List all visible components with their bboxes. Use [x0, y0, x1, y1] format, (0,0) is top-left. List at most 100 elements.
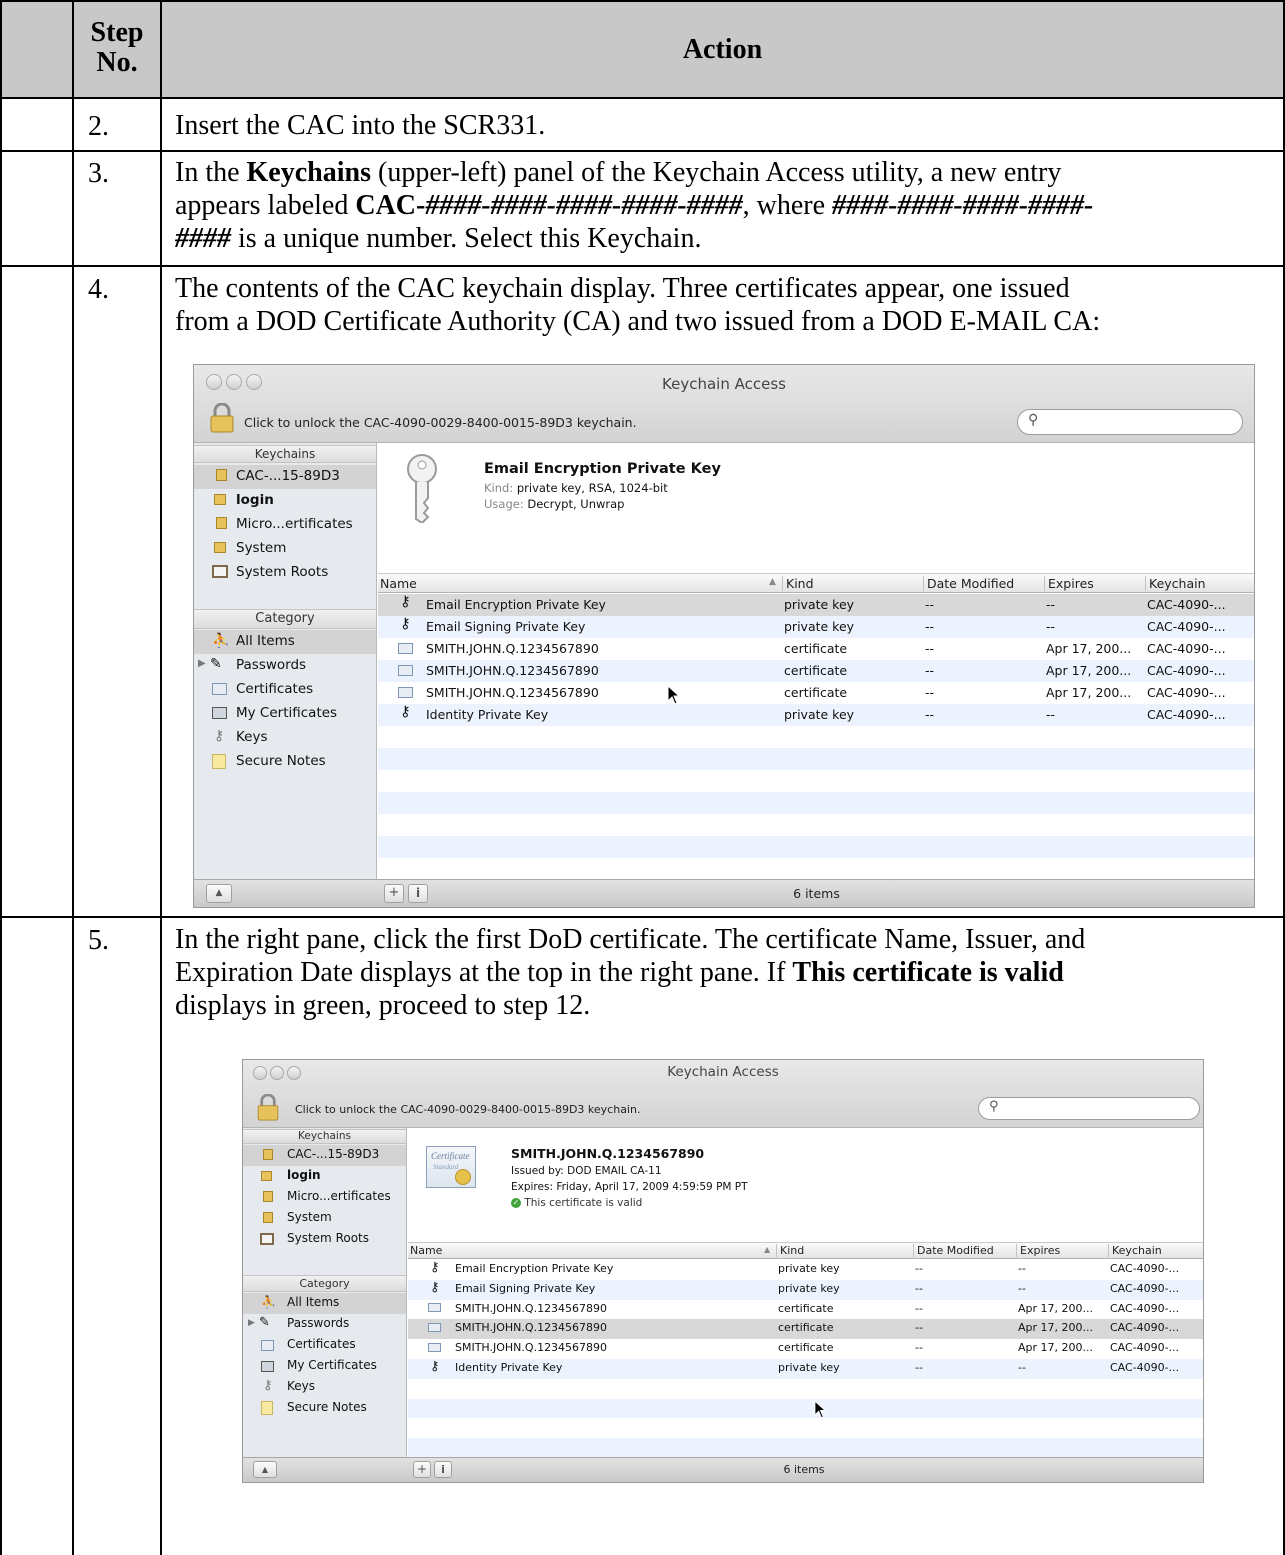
- sidebar: Keychains CAC-...15-89D3 login Micro...e…: [194, 443, 377, 881]
- category-all-items[interactable]: ⛹ All Items: [243, 1293, 406, 1314]
- my-certificate-icon: [261, 1361, 274, 1372]
- sort-ascending-icon: ▲: [769, 577, 776, 587]
- category-certificates[interactable]: Certificates: [243, 1335, 406, 1356]
- category-my-certificates[interactable]: My Certificates: [194, 702, 376, 726]
- table-row[interactable]: SMITH.JOHN.Q.1234567890 certificate -- Apr …: [378, 682, 1254, 704]
- cell-expires: --: [1046, 707, 1056, 722]
- keychain-item-system-roots[interactable]: System Roots: [194, 561, 376, 585]
- cell-date-modified: --: [915, 1361, 923, 1374]
- lock-icon[interactable]: [210, 402, 234, 437]
- item-count: 6 items: [783, 1463, 825, 1476]
- table-row[interactable]: SMITH.JOHN.Q.1234567890 certificate -- Apr …: [378, 660, 1254, 682]
- column-name[interactable]: Name: [380, 576, 417, 591]
- keychain-access-window: Keychain Access Click to unlock the CAC-…: [242, 1059, 1204, 1483]
- detail-name: SMITH.JOHN.Q.1234567890: [511, 1146, 705, 1161]
- cell-keychain: CAC-4090-...: [1147, 619, 1226, 634]
- cell-date-modified: --: [915, 1341, 923, 1355]
- keychain-item-cac[interactable]: CAC-...15-89D3: [194, 465, 376, 489]
- cell-keychain: CAC-4090-...: [1147, 663, 1226, 678]
- category-keys[interactable]: ⚷ Keys: [243, 1377, 406, 1398]
- category-passwords[interactable]: ▶ ✎ Passwords: [194, 654, 376, 678]
- header-step-no: Step No.: [90, 17, 144, 78]
- keychain-item-micro[interactable]: Micro...ertificates: [194, 513, 376, 537]
- table-row[interactable]: SMITH.JOHN.Q.1234567890 certificate -- Apr …: [378, 638, 1254, 660]
- table-empty-row: [408, 1418, 1203, 1438]
- disclosure-triangle-icon[interactable]: ▶: [248, 1318, 255, 1328]
- category-secure-notes[interactable]: Secure Notes: [194, 750, 376, 774]
- cell-expires: Apr 17, 200...: [1018, 1301, 1094, 1315]
- category-all-items[interactable]: ⛹ All Items: [194, 630, 376, 654]
- category-my-certificates[interactable]: My Certificates: [243, 1356, 406, 1377]
- certificate-icon: [261, 1340, 274, 1351]
- column-keychain[interactable]: Keychain: [1108, 1244, 1162, 1257]
- keychain-item-system[interactable]: System: [194, 537, 376, 561]
- cell-expires: --: [1046, 619, 1056, 634]
- sort-ascending-icon: ▲: [764, 1245, 771, 1254]
- table-row[interactable]: SMITH.JOHN.Q.1234567890 certificate -- Apr …: [408, 1300, 1203, 1320]
- keychain-item-login[interactable]: login: [194, 489, 376, 513]
- table-row[interactable]: ⚷ Identity Private Key private key -- -- CAC-…: [378, 704, 1254, 726]
- column-expires[interactable]: Expires: [1044, 576, 1094, 591]
- disclosure-triangle-icon[interactable]: ▶: [198, 658, 206, 669]
- certificate-icon: [398, 643, 413, 654]
- column-name[interactable]: Name: [410, 1244, 442, 1257]
- cell-date-modified: --: [925, 597, 935, 612]
- key-icon: ⚷: [400, 616, 411, 632]
- column-keychain[interactable]: Keychain: [1145, 576, 1206, 591]
- key-icon: ⚷: [263, 1378, 273, 1393]
- category-passwords[interactable]: ▶ ✎ Passwords: [243, 1314, 406, 1335]
- table-row[interactable]: ⚷ Identity Private Key private key -- -- CAC-…: [408, 1359, 1203, 1379]
- cell-kind: certificate: [784, 663, 848, 678]
- cell-keychain: CAC-4090-...: [1147, 685, 1226, 700]
- cell-date-modified: --: [915, 1262, 923, 1275]
- cell-keychain: CAC-4090-...: [1110, 1281, 1180, 1295]
- cell-keychain: CAC-4090-...: [1147, 641, 1226, 656]
- seal-icon: [455, 1169, 471, 1185]
- cell-expires: --: [1046, 597, 1056, 612]
- table-row[interactable]: SMITH.JOHN.Q.1234567890 certificate -- Apr …: [408, 1339, 1203, 1359]
- status-bar: ▲ + i 6 items: [194, 879, 1254, 907]
- column-kind[interactable]: Kind: [782, 576, 814, 591]
- table-row[interactable]: SMITH.JOHN.Q.1234567890 certificate -- Apr …: [408, 1319, 1203, 1340]
- step-text: The contents of the CAC keychain display…: [175, 273, 1101, 337]
- lock-icon[interactable]: [257, 1093, 279, 1125]
- search-field[interactable]: ⚲: [978, 1097, 1200, 1120]
- category-secure-notes[interactable]: Secure Notes: [243, 1398, 406, 1419]
- items-table: Name ▲ Kind Date Modified Expires Keycha…: [408, 1242, 1203, 1459]
- table-empty-row: [378, 836, 1254, 858]
- detail-expires: Expires: Friday, April 17, 2009 4:59:59 …: [511, 1181, 748, 1193]
- lock-icon: [263, 1149, 273, 1160]
- certificate-icon: [398, 665, 413, 676]
- keychain-item-cac[interactable]: CAC-...15-89D3: [243, 1145, 406, 1166]
- lock-icon: [216, 469, 227, 481]
- keychains-header: Keychains: [243, 1129, 406, 1144]
- window-title: Keychain Access: [662, 375, 786, 393]
- keychain-item-login[interactable]: login: [243, 1166, 406, 1187]
- keychain-access-window: Keychain Access Click to unlock the CAC-…: [193, 364, 1255, 908]
- search-field[interactable]: ⚲: [1017, 409, 1243, 435]
- table-row[interactable]: ⚷ Email Encryption Private Key private key…: [408, 1260, 1203, 1280]
- keychain-item-system[interactable]: System: [243, 1208, 406, 1229]
- cell-date-modified: --: [925, 707, 935, 722]
- table-row[interactable]: ⚷ Email Signing Private Key private key -- -…: [408, 1279, 1203, 1300]
- category-certificates[interactable]: Certificates: [194, 678, 376, 702]
- table-row[interactable]: ⚷ Email Signing Private Key private key -- -…: [378, 616, 1254, 638]
- certificate-icon: [428, 1343, 441, 1353]
- table-row[interactable]: ⚷ Email Encryption Private Key private key…: [378, 594, 1254, 616]
- cell-name: Email Encryption Private Key: [455, 1262, 614, 1275]
- keychain-item-system-roots[interactable]: System Roots: [243, 1229, 406, 1250]
- unlock-message: Click to unlock the CAC-4090-0029-8400-0…: [295, 1103, 641, 1116]
- check-icon: ✓: [511, 1198, 521, 1208]
- column-kind[interactable]: Kind: [776, 1244, 804, 1257]
- column-date-modified[interactable]: Date Modified: [913, 1244, 994, 1257]
- column-expires[interactable]: Expires: [1016, 1244, 1060, 1257]
- cell-kind: private key: [778, 1281, 840, 1295]
- cell-date-modified: --: [925, 663, 935, 678]
- column-date-modified[interactable]: Date Modified: [923, 576, 1014, 591]
- unlocked-icon: [214, 542, 226, 553]
- key-icon: ⚷: [400, 594, 411, 610]
- category-keys[interactable]: ⚷ Keys: [194, 726, 376, 750]
- key-icon: ⚷: [430, 1279, 440, 1295]
- cell-name: Identity Private Key: [455, 1361, 563, 1374]
- keychain-item-micro[interactable]: Micro...ertificates: [243, 1187, 406, 1208]
